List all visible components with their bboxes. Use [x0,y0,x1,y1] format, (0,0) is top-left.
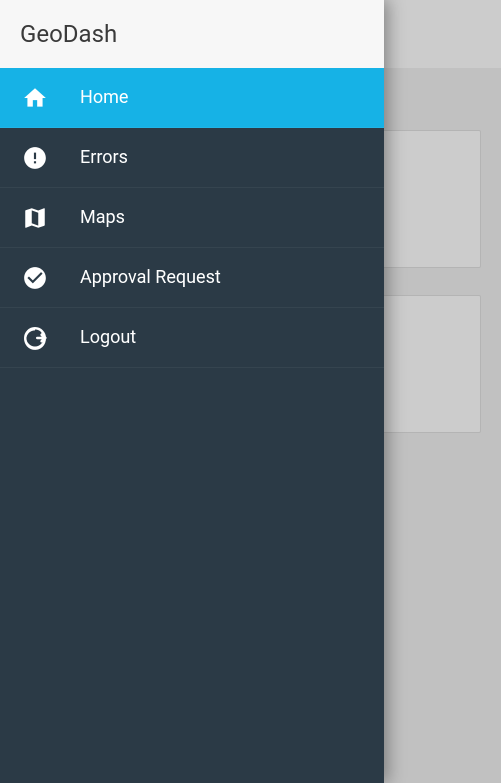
sidebar-item-home[interactable]: Home [0,68,384,128]
map-icon [22,205,48,231]
check-circle-icon [22,265,48,291]
sidebar-item-maps[interactable]: Maps [0,188,384,248]
sidebar-item-label: Maps [80,207,125,228]
navigation-drawer: GeoDash Home Errors Maps Approval Reques… [0,0,384,783]
drawer-header: GeoDash [0,0,384,68]
sidebar-item-label: Home [80,87,128,108]
sidebar-item-logout[interactable]: Logout [0,308,384,368]
sidebar-item-label: Approval Request [80,267,221,288]
sidebar-item-label: Errors [80,147,128,168]
sidebar-item-label: Logout [80,327,136,348]
app-title: GeoDash [20,20,117,48]
error-icon [22,145,48,171]
sidebar-item-errors[interactable]: Errors [0,128,384,188]
sidebar-item-approval-request[interactable]: Approval Request [0,248,384,308]
home-icon [22,85,48,111]
logout-icon [22,325,48,351]
